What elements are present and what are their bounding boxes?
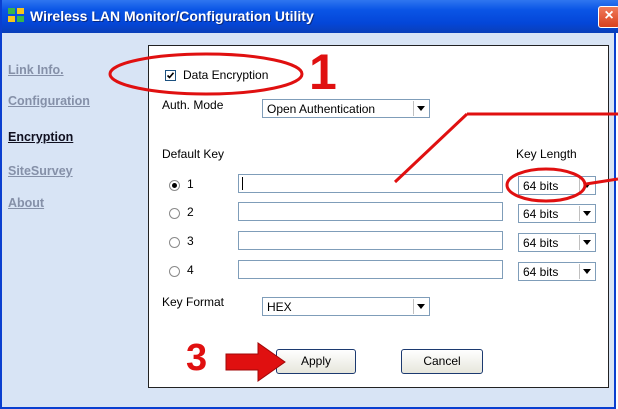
step-3-callout: 3 [186, 337, 208, 379]
step-1-callout: 1 [309, 44, 337, 100]
highlight-ellipse-key-length [505, 167, 587, 203]
arrow-icon [225, 342, 286, 382]
pointer-line-length [585, 177, 618, 186]
highlight-ellipse-encryption [108, 52, 304, 96]
pointer-line-key [393, 112, 469, 184]
